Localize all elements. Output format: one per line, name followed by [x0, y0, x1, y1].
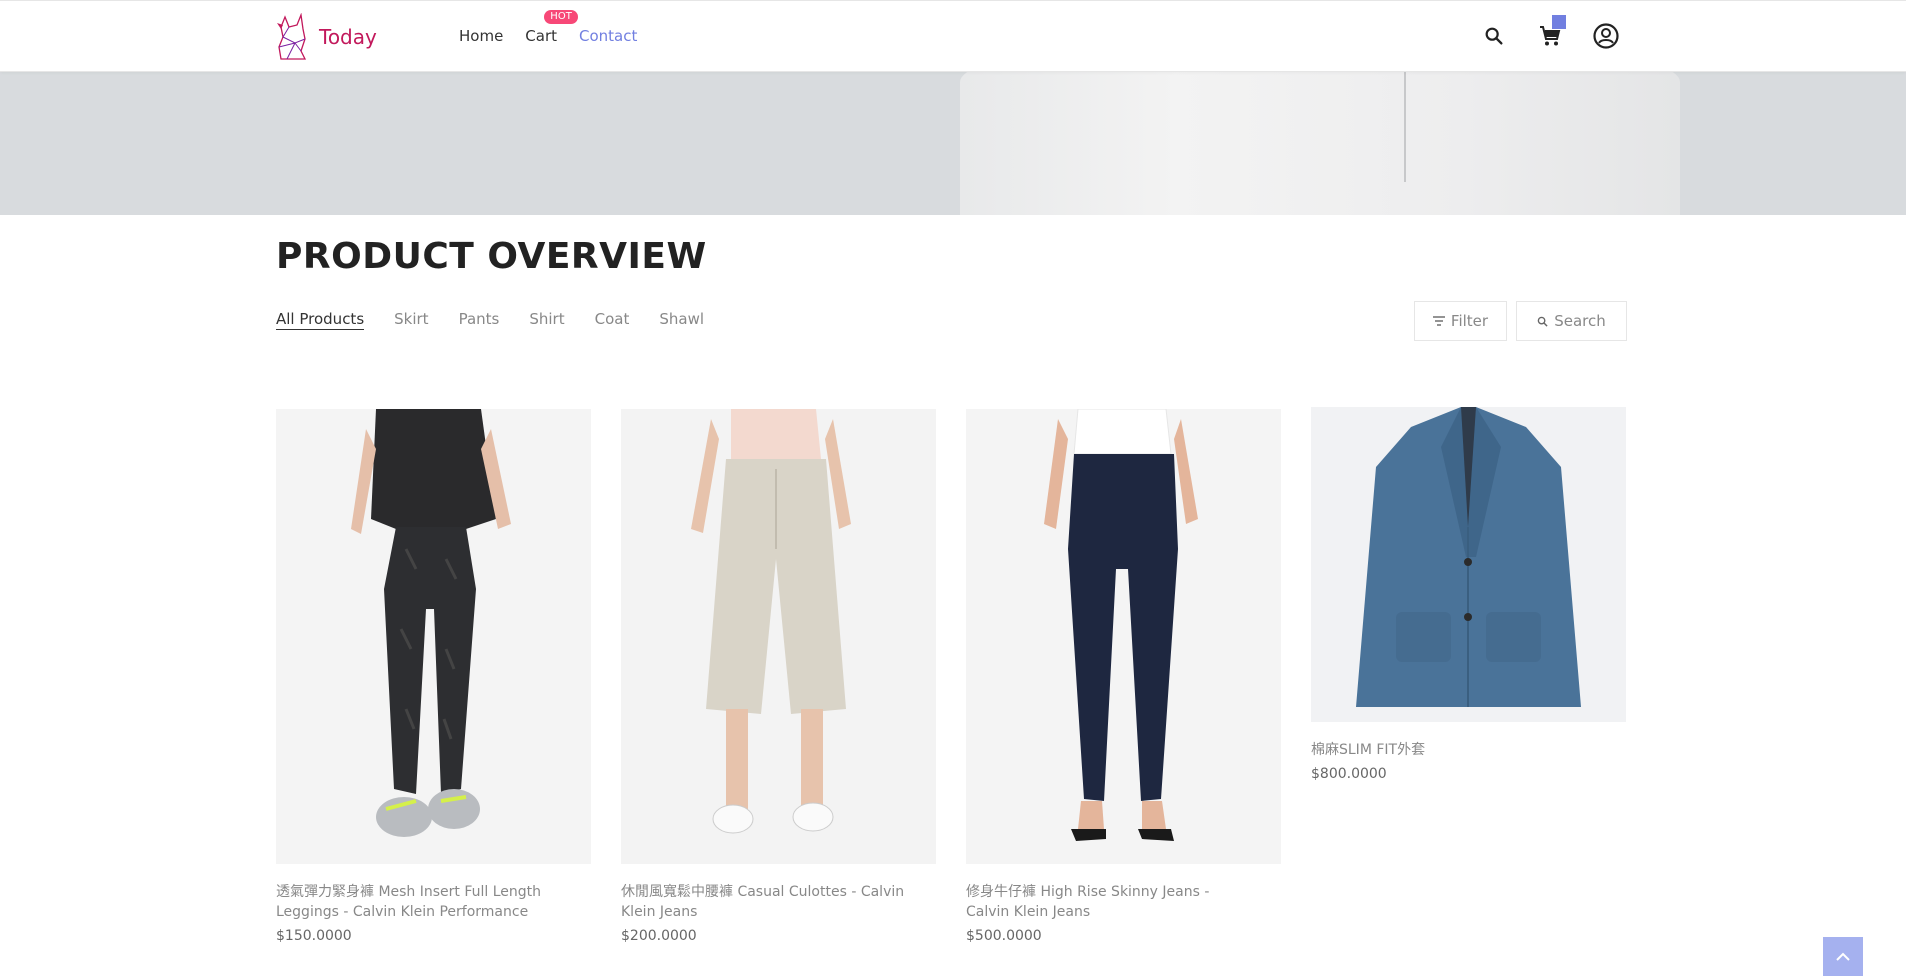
product-card[interactable]: 休閒風寬鬆中腰褲 Casual Culottes - Calvin Klein …	[621, 409, 936, 944]
nav-contact[interactable]: Contact	[579, 27, 637, 45]
hot-badge: HOT	[544, 10, 578, 24]
cart-icon[interactable]	[1535, 15, 1566, 51]
back-to-top-button[interactable]	[1823, 937, 1863, 976]
nav-home[interactable]: Home	[459, 27, 503, 45]
page-title: PRODUCT OVERVIEW	[276, 236, 707, 277]
search-button-label: Search	[1554, 312, 1606, 330]
chevron-up-icon	[1836, 952, 1850, 961]
filter-icon	[1432, 316, 1445, 326]
banner-image	[960, 72, 1680, 215]
brand-name: Today	[319, 25, 377, 49]
product-price: $200.0000	[621, 928, 697, 944]
product-image[interactable]	[621, 409, 936, 864]
nav-cart[interactable]: Cart HOT	[525, 10, 578, 45]
filter-tab-coat[interactable]: Coat	[595, 310, 630, 330]
product-image[interactable]	[1311, 407, 1626, 722]
page: Today Home Cart HOT Contact PRODUCT OVER…	[0, 0, 1906, 976]
product-image[interactable]	[966, 409, 1281, 864]
site-header: Today Home Cart HOT Contact	[0, 0, 1906, 72]
cart-count-badge	[1552, 15, 1566, 29]
product-card[interactable]: 棉麻SLIM FIT外套 $800.0000	[1311, 407, 1626, 782]
nav-cart-label: Cart	[525, 27, 558, 45]
filter-tab-all-products[interactable]: All Products	[276, 310, 365, 330]
product-name[interactable]: 休閒風寬鬆中腰褲 Casual Culottes - Calvin Klein …	[621, 882, 911, 922]
product-card[interactable]: 修身牛仔褲 High Rise Skinny Jeans - Calvin Kl…	[966, 409, 1281, 944]
product-price: $800.0000	[1311, 766, 1387, 782]
main-nav: Home Cart HOT Contact	[459, 10, 637, 45]
filter-tab-pants[interactable]: Pants	[459, 310, 500, 330]
cat-logo-icon	[277, 13, 307, 60]
logo[interactable]: Today	[275, 13, 377, 61]
product-image[interactable]	[276, 409, 591, 864]
product-price: $150.0000	[276, 928, 352, 944]
product-price: $500.0000	[966, 928, 1042, 944]
banner-image-detail	[1404, 72, 1406, 182]
category-filters: All Products Skirt Pants Shirt Coat Shaw…	[276, 310, 704, 330]
filter-tab-skirt[interactable]: Skirt	[394, 310, 428, 330]
product-name[interactable]: 棉麻SLIM FIT外套	[1311, 740, 1601, 760]
product-name[interactable]: 透氣彈力緊身褲 Mesh Insert Full Length Leggings…	[276, 882, 566, 922]
product-name[interactable]: 修身牛仔褲 High Rise Skinny Jeans - Calvin Kl…	[966, 882, 1256, 922]
product-search-button[interactable]: Search	[1516, 301, 1627, 341]
filter-tab-shawl[interactable]: Shawl	[659, 310, 704, 330]
hero-banner	[0, 72, 1906, 215]
filter-button[interactable]: Filter	[1414, 301, 1507, 341]
header-actions	[1479, 15, 1621, 51]
account-icon[interactable]	[1591, 21, 1621, 51]
filter-tab-shirt[interactable]: Shirt	[529, 310, 564, 330]
search-small-icon	[1537, 316, 1548, 327]
search-icon[interactable]	[1479, 21, 1509, 51]
product-card[interactable]: 透氣彈力緊身褲 Mesh Insert Full Length Leggings…	[276, 409, 591, 944]
filter-button-label: Filter	[1450, 312, 1489, 330]
